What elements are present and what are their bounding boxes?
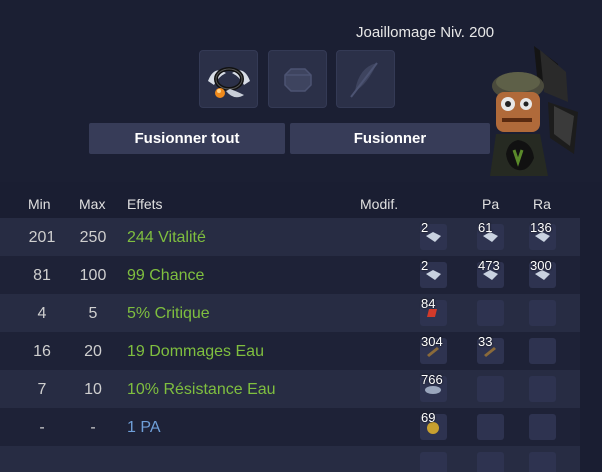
min-value: - <box>39 419 45 436</box>
min-value: 7 <box>37 381 47 398</box>
ra-rune-slot[interactable] <box>529 414 556 440</box>
modif-rune-slot[interactable]: 2 <box>420 258 447 288</box>
modif-count: 69 <box>421 410 436 425</box>
max-value: 10 <box>84 381 102 398</box>
job-title: Joaillomage Niv. 200 <box>356 24 495 41</box>
modif-rune-slot[interactable]: 766 <box>420 372 447 402</box>
effect-label: 244 Vitalité <box>127 229 206 246</box>
ra-rune-slot[interactable] <box>529 452 556 472</box>
rune-stone-icon <box>284 68 312 92</box>
table-row: 4 5 5% Critique 84 <box>0 294 580 332</box>
max-value: 100 <box>79 267 107 284</box>
modif-rune-slot[interactable]: 2 <box>420 220 447 250</box>
min-value: 16 <box>33 343 51 360</box>
pa-rune-slot[interactable]: 61 <box>477 220 504 250</box>
winged-ring-icon <box>208 67 250 98</box>
feather-icon <box>350 62 378 98</box>
effect-label: 1 PA <box>127 419 161 436</box>
item-slot[interactable] <box>199 50 258 108</box>
max-value: - <box>90 419 96 436</box>
table-row: 7 10 10% Résistance Eau 766 <box>0 370 580 408</box>
table-row: 201 250 244 Vitalité 2 61 136 <box>0 218 580 256</box>
pa-rune-slot[interactable] <box>477 414 504 440</box>
table-row: 16 20 19 Dommages Eau 304 33 <box>0 332 580 370</box>
ra-rune-slot[interactable]: 300 <box>529 258 556 288</box>
forge-panel: Joaillomage Niv. 200 Fusionner tout Fusi… <box>0 0 602 182</box>
modif-rune-slot[interactable] <box>420 452 447 472</box>
ra-rune-slot[interactable] <box>529 338 556 364</box>
merge-button[interactable]: Fusionner <box>290 123 490 154</box>
pa-count: 33 <box>478 334 493 349</box>
pa-rune-slot[interactable] <box>477 452 504 472</box>
column-modif: Modif. <box>360 196 399 212</box>
column-effects: Effets <box>127 196 163 212</box>
ra-rune-slot[interactable] <box>529 376 556 402</box>
effect-label: 5% Critique <box>127 305 210 322</box>
pa-rune-slot[interactable]: 473 <box>477 258 504 288</box>
modif-rune-slot[interactable]: 304 <box>420 334 447 364</box>
table-header: Min Max Effets Modif. Pa Ra <box>0 182 580 218</box>
ra-count: 136 <box>530 220 552 235</box>
effect-label: 19 Dommages Eau <box>127 343 264 360</box>
modif-count: 84 <box>421 296 436 311</box>
column-min: Min <box>28 196 51 212</box>
effect-label: 99 Chance <box>127 267 205 284</box>
min-value: 81 <box>33 267 51 284</box>
pa-count: 473 <box>478 258 500 273</box>
modif-rune-slot[interactable]: 84 <box>420 296 447 326</box>
pa-rune-slot[interactable]: 33 <box>477 334 504 364</box>
pa-rune-slot[interactable] <box>477 376 504 402</box>
modif-count: 766 <box>421 372 443 387</box>
min-value: 201 <box>28 229 56 246</box>
merge-all-button[interactable]: Fusionner tout <box>89 123 285 154</box>
effect-label: 10% Résistance Eau <box>127 381 276 398</box>
table-row: - - 1 PA 69 <box>0 408 580 446</box>
character-avatar <box>490 46 578 176</box>
pa-rune-slot[interactable] <box>477 300 504 326</box>
rune-slot[interactable] <box>268 50 327 108</box>
modif-count: 2 <box>421 220 429 235</box>
modif-count: 2 <box>421 258 429 273</box>
column-max: Max <box>79 196 106 212</box>
max-value: 20 <box>84 343 102 360</box>
column-pa: Pa <box>482 196 500 212</box>
ra-count: 300 <box>530 258 552 273</box>
effects-table: Min Max Effets Modif. Pa Ra 201 250 244 … <box>0 182 580 472</box>
table-row <box>0 446 580 472</box>
potion-slot[interactable] <box>336 50 395 108</box>
scroll-gutter <box>580 182 602 472</box>
min-value: 4 <box>37 305 47 322</box>
modif-rune-slot[interactable]: 69 <box>420 410 447 440</box>
max-value: 250 <box>79 229 107 246</box>
ra-rune-slot[interactable] <box>529 300 556 326</box>
table-row: 81 100 99 Chance 2 473 300 <box>0 256 580 294</box>
column-ra: Ra <box>533 196 551 212</box>
ra-rune-slot[interactable]: 136 <box>529 220 556 250</box>
max-value: 5 <box>88 305 98 322</box>
pa-count: 61 <box>478 220 493 235</box>
modif-count: 304 <box>421 334 443 349</box>
